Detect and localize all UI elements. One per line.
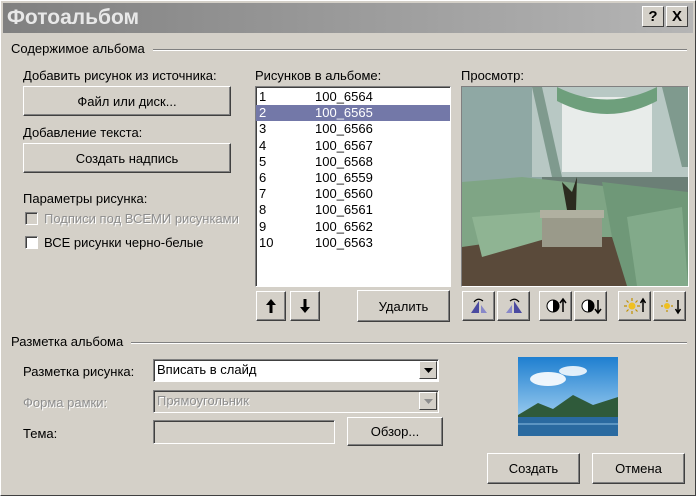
picture-layout-select[interactable]: Вписать в слайд [153,359,439,382]
chevron-down-icon[interactable] [419,392,437,410]
close-button[interactable]: X [666,6,688,27]
add-from-source-label: Добавить рисунок из источника: [23,68,217,83]
list-item-number: 6 [259,169,267,185]
brightness-up-icon [623,297,646,314]
list-item[interactable]: 2 100_6565 [256,105,450,122]
create-textbox-button[interactable]: Создать надпись [23,143,231,173]
list-item-number: 4 [259,137,267,153]
list-item-name: 100_6568 [315,153,373,169]
rotate-left-icon [470,298,487,313]
list-item[interactable]: 8 100_6561 [256,202,450,218]
list-item-name: 100_6563 [315,234,373,250]
pictures-listbox[interactable]: 1 100_6564 2 100_6565 3 100_6566 4 100_6567 5 100… [255,86,451,287]
file-or-disk-button[interactable]: Файл или диск... [23,86,231,116]
list-item-name: 100_6564 [315,89,373,104]
list-item-name: 100_6565 [315,105,373,121]
delete-button[interactable]: Удалить [357,290,450,322]
list-item-number: 10 [259,234,274,250]
layout-preview-image [518,357,618,436]
rotate-right-button[interactable] [497,291,530,321]
browse-button[interactable]: Обзор... [347,417,443,446]
contrast-down-icon [581,299,602,315]
rotate-left-button[interactable] [462,291,495,321]
brightness-up-button[interactable] [618,291,651,321]
list-item[interactable]: 4 100_6567 [256,138,450,154]
list-item-number: 8 [259,202,267,218]
close-icon: X [671,8,682,25]
captions-checkbox-label: Подписи под ВСЕМИ рисунками [44,211,239,226]
captions-checkbox[interactable] [25,212,38,225]
list-item-number: 5 [259,153,267,169]
list-item[interactable]: 6 100_6559 [256,170,450,186]
title-bar[interactable]: Фотоальбом [3,3,693,33]
list-item-name: 100_6567 [315,137,373,153]
room-photo [462,87,688,286]
preview-label: Просмотр: [461,68,524,83]
picture-layout-label: Разметка рисунка: [23,364,135,379]
list-item-name: 100_6559 [315,169,373,185]
rotate-right-icon [505,298,522,313]
list-item-name: 100_6566 [315,121,373,137]
help-button[interactable]: ? [642,6,664,27]
contrast-down-button[interactable] [574,291,607,321]
arrow-up-icon [266,299,276,313]
arrow-down-icon [300,299,310,313]
add-text-label: Добавление текста: [23,125,143,140]
layout-group-divider [131,342,687,344]
move-up-button[interactable] [256,291,286,321]
create-button[interactable]: Создать [487,453,580,484]
picture-layout-value: Вписать в слайд [157,362,257,377]
landscape-thumbnail [518,357,618,436]
help-icon: ? [648,8,658,25]
list-item-number: 1 [259,89,267,104]
contrast-up-icon [546,297,567,313]
frame-shape-label: Форма рамки: [23,395,108,410]
list-item-number: 2 [259,105,267,121]
content-group-title: Содержимое альбома [11,41,145,56]
list-item[interactable]: 10 100_6563 [256,235,450,251]
chevron-down-icon[interactable] [419,361,437,379]
list-item[interactable]: 5 100_6568 [256,154,450,170]
list-item-name: 100_6562 [315,218,373,234]
list-item-number: 3 [259,121,267,137]
photo-album-dialog: Фотоальбом ? X Содержимое альбома Добави… [0,0,696,496]
frame-shape-select[interactable]: Прямоугольник [153,390,439,413]
list-item[interactable]: 1 100_6564 [256,89,450,105]
pictures-in-album-label: Рисунков в альбоме: [255,68,382,83]
content-group-divider [153,49,687,51]
theme-label: Тема: [23,426,58,441]
brightness-down-button[interactable] [653,291,686,321]
list-item-number: 7 [259,186,267,202]
brightness-down-icon [660,300,681,315]
list-item[interactable]: 7 100_6560 [256,186,450,202]
list-item-number: 9 [259,218,267,234]
theme-input[interactable] [153,420,335,444]
black-white-checkbox-label: ВСЕ рисунки черно-белые [44,235,204,250]
move-down-button[interactable] [290,291,320,321]
list-item-name: 100_6561 [315,202,373,218]
dialog-title: Фотоальбом [7,6,140,29]
list-item-name: 100_6560 [315,186,373,202]
black-white-checkbox[interactable] [25,236,38,249]
list-item[interactable]: 3 100_6566 [256,121,450,137]
cancel-button[interactable]: Отмена [592,453,685,484]
list-item[interactable]: 9 100_6562 [256,219,450,235]
layout-group-title: Разметка альбома [11,334,124,349]
contrast-up-button[interactable] [539,291,572,321]
picture-options-label: Параметры рисунка: [23,191,148,206]
preview-image [461,86,689,287]
frame-shape-value: Прямоугольник [157,393,249,408]
